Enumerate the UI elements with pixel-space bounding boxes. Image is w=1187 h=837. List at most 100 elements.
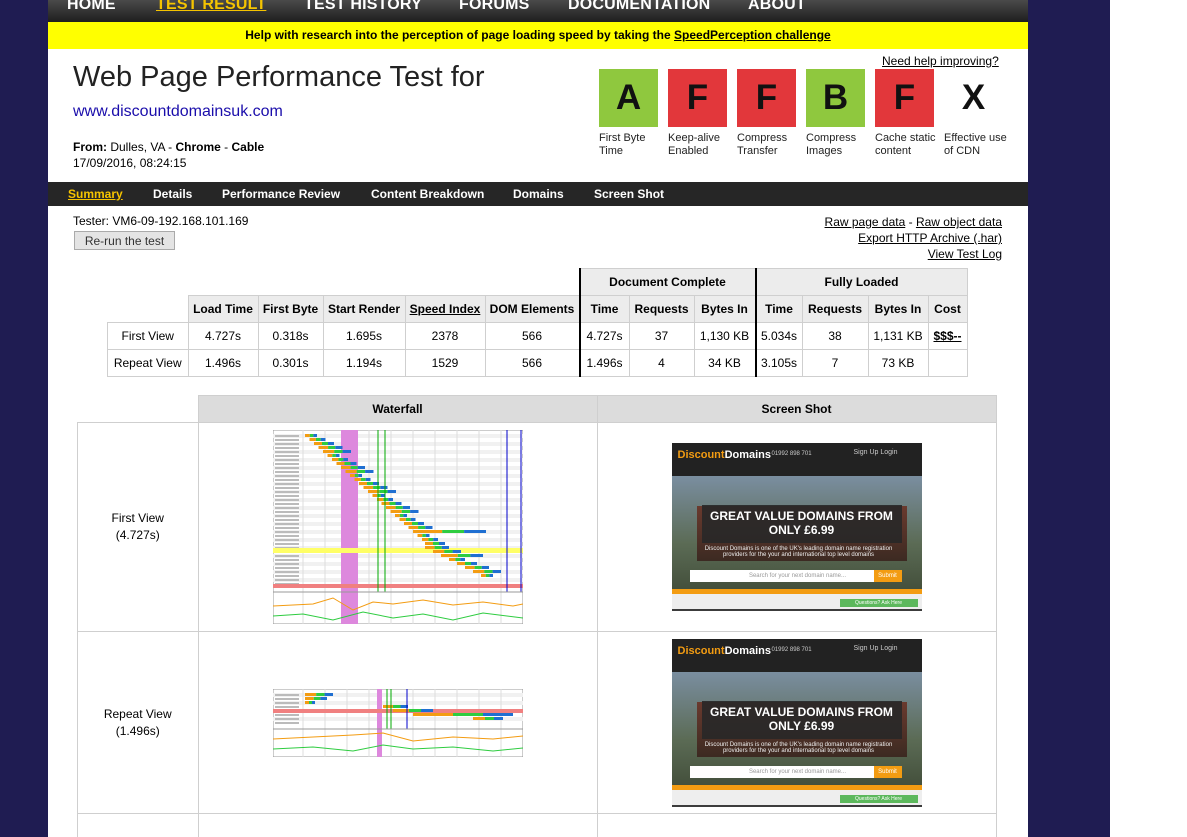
result-cell: 73 KB	[867, 349, 929, 377]
result-cell: 1.695s	[322, 322, 406, 350]
grade-box[interactable]: X	[944, 69, 1003, 127]
table-row: Repeat View 1.496s 0.301s 1.194s 1529 566 1.49…	[107, 349, 968, 377]
nav-about[interactable]: ABOUT	[748, 0, 806, 14]
col-start-render: Start Render	[322, 295, 406, 323]
col-cost: Cost	[927, 295, 968, 323]
browser: Chrome	[175, 140, 221, 154]
grade-label: Cache static content	[875, 132, 936, 157]
nav-forums[interactable]: FORUMS	[459, 0, 530, 14]
tab-performance-review[interactable]: Performance Review	[222, 187, 340, 201]
help-improving-link[interactable]: Need help improving?	[882, 54, 999, 68]
connection: Cable	[231, 140, 265, 154]
result-cell: 1,131 KB	[867, 322, 929, 350]
repeat-view-waterfall[interactable]	[272, 688, 523, 757]
table-row: First View 4.727s 0.318s 1.695s 2378 566 4.727…	[107, 322, 968, 350]
top-navigation: HOME TEST RESULT TEST HISTORY FORUMS DOC…	[48, 0, 1028, 22]
tab-details[interactable]: Details	[153, 187, 192, 201]
result-cell: 566	[484, 349, 580, 377]
result-cell: 1529	[404, 349, 486, 377]
col-full-time: Time	[755, 295, 803, 323]
tab-content-breakdown[interactable]: Content Breakdown	[371, 187, 484, 201]
first-view-screenshot[interactable]: DiscountDomains 01992 898 701 Sign Up Logi…	[671, 443, 922, 611]
tab-screen-shot[interactable]: Screen Shot	[594, 187, 664, 201]
result-cell: 1,130 KB	[693, 322, 757, 350]
site-logo: DiscountDomains	[677, 644, 772, 657]
col-load-time: Load Time	[187, 295, 259, 323]
grade-label: First Byte Time	[599, 132, 646, 157]
repeat-view-screenshot[interactable]: DiscountDomains 01992 898 701 Sign Up Logi…	[671, 638, 922, 807]
result-cell: 2378	[404, 322, 486, 350]
col-speed-index[interactable]: Speed Index	[404, 295, 486, 323]
grade-box[interactable]: B	[806, 69, 865, 127]
speedperception-link[interactable]: SpeedPerception challenge	[674, 28, 831, 42]
result-cell: 0.318s	[257, 322, 324, 350]
raw-object-data-link[interactable]: Raw object data	[916, 215, 1002, 229]
grade-box[interactable]: A	[599, 69, 658, 127]
first-view-waterfall[interactable]	[272, 430, 523, 624]
result-cell: 3.105s	[755, 349, 803, 377]
nav-test-result[interactable]: TEST RESULT	[156, 0, 266, 14]
col-dom-elements: DOM Elements	[484, 295, 580, 323]
raw-page-data-link[interactable]: Raw page data	[825, 215, 906, 229]
grade-label: Compress Images	[806, 132, 857, 157]
location: Dulles, VA	[110, 140, 165, 154]
grade-box[interactable]: F	[668, 69, 727, 127]
grade-label: Effective use of CDN	[944, 132, 1007, 157]
grade-label: Keep-alive Enabled	[668, 132, 720, 157]
row-label: First View	[107, 322, 189, 350]
research-banner: Help with research into the perception o…	[48, 22, 1028, 49]
col-full-bytes: Bytes In	[867, 295, 929, 323]
result-cell: 566	[484, 322, 580, 350]
test-datetime: 17/09/2016, 08:24:15	[73, 156, 187, 170]
result-cell	[927, 349, 968, 377]
from-label: From:	[73, 140, 107, 154]
nav-home[interactable]: HOME	[67, 0, 116, 14]
results-table: Document Complete Fully Loaded Load Time…	[107, 268, 968, 377]
banner-text: Help with research into the perception o…	[245, 28, 671, 42]
result-cell: 7	[801, 349, 869, 377]
grade-label: Compress Transfer	[737, 132, 788, 157]
page-title: Web Page Performance Test for	[73, 61, 485, 93]
fully-loaded-header: Fully Loaded	[755, 268, 968, 296]
data-links: Raw page data - Raw object data Export H…	[824, 215, 1002, 261]
screenshot-header: Screen Shot	[596, 395, 997, 423]
result-cell[interactable]: $$$--	[927, 322, 968, 350]
result-cell: 1.496s	[187, 349, 259, 377]
grade-box[interactable]: F	[875, 69, 934, 127]
result-cell: 4.727s	[578, 322, 630, 350]
nav-test-history[interactable]: TEST HISTORY	[304, 0, 422, 14]
doc-complete-header: Document Complete	[578, 268, 757, 296]
tester-info: Tester: VM6-09-192.168.101.169	[73, 214, 249, 228]
col-doc-bytes: Bytes In	[693, 295, 757, 323]
col-first-byte: First Byte	[257, 295, 324, 323]
col-doc-time: Time	[578, 295, 630, 323]
result-cell: 38	[801, 322, 869, 350]
result-cell: 0.301s	[257, 349, 324, 377]
tab-summary[interactable]: Summary	[68, 187, 123, 201]
result-cell: 1.194s	[322, 349, 406, 377]
result-cell: 4	[628, 349, 695, 377]
result-cell: 1.496s	[578, 349, 630, 377]
row-label: Repeat View	[107, 349, 189, 377]
waterfall-table: Waterfall Screen Shot First View (4.727s)…	[77, 395, 997, 837]
result-header: Web Page Performance Test for www.discou…	[48, 49, 1028, 182]
repeat-view-label: Repeat View (1.496s)	[77, 631, 199, 814]
result-cell: 5.034s	[755, 322, 803, 350]
site-logo: DiscountDomains	[677, 449, 772, 461]
result-cell: 34 KB	[693, 349, 757, 377]
nav-documentation[interactable]: DOCUMENTATION	[568, 0, 710, 14]
col-doc-requests: Requests	[628, 295, 695, 323]
view-test-log-link[interactable]: View Test Log	[928, 247, 1002, 261]
tested-site-link[interactable]: www.discountdomainsuk.com	[73, 103, 283, 121]
right-margin	[1110, 0, 1187, 837]
result-tabs: Summary Details Performance Review Conte…	[48, 182, 1028, 206]
test-origin: From: Dulles, VA - Chrome - Cable 17/09/…	[73, 140, 265, 170]
result-cell: 4.727s	[187, 322, 259, 350]
page: HOME TEST RESULT TEST HISTORY FORUMS DOC…	[48, 0, 1028, 837]
first-view-label: First View (4.727s)	[77, 422, 199, 632]
tab-domains[interactable]: Domains	[513, 187, 564, 201]
waterfall-header: Waterfall	[197, 395, 598, 423]
export-har-link[interactable]: Export HTTP Archive (.har)	[858, 231, 1002, 245]
grade-box[interactable]: F	[737, 69, 796, 127]
rerun-test-button[interactable]: Re-run the test	[74, 231, 175, 250]
